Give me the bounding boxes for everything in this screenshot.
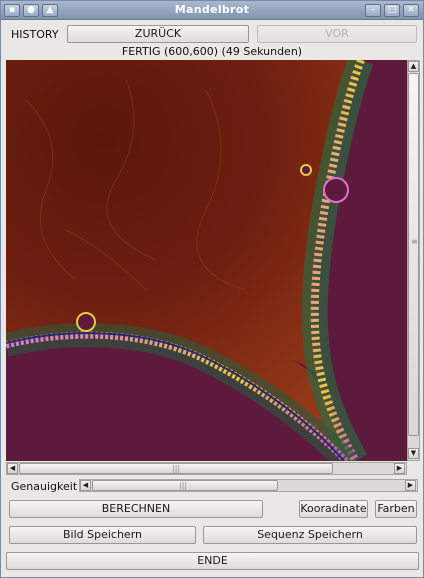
precision-slider[interactable]: ◀ ||| ▶ bbox=[79, 479, 418, 492]
forward-button[interactable]: VOR bbox=[257, 25, 417, 43]
mandelbrot-render bbox=[6, 60, 407, 461]
scroll-down-icon[interactable]: ▼ bbox=[408, 448, 419, 459]
title-bar[interactable]: ▪ ● ▲ Mandelbrot – □ ✕ bbox=[1, 1, 423, 20]
grip-icon: ||| bbox=[172, 464, 181, 473]
slider-right-icon[interactable]: ▶ bbox=[405, 480, 416, 491]
pin-icon[interactable]: ● bbox=[23, 4, 39, 17]
grip-icon: ||| bbox=[179, 481, 188, 490]
window-title: Mandelbrot bbox=[174, 3, 250, 16]
scroll-left-icon[interactable]: ◀ bbox=[7, 463, 18, 474]
exit-button[interactable]: ENDE bbox=[6, 552, 419, 570]
scroll-right-icon[interactable]: ▶ bbox=[394, 463, 405, 474]
maximize-icon[interactable]: □ bbox=[384, 4, 400, 17]
horizontal-scroll-thumb[interactable]: ||| bbox=[19, 463, 333, 474]
history-label: HISTORY bbox=[11, 28, 59, 41]
scroll-up-icon[interactable]: ▲ bbox=[408, 61, 419, 72]
save-image-button[interactable]: Bild Speichern bbox=[9, 526, 196, 544]
menu-icon[interactable]: ▪ bbox=[4, 4, 20, 17]
close-icon[interactable]: ✕ bbox=[403, 4, 419, 17]
vertical-scrollbar[interactable]: ▲ ≡ ▼ bbox=[407, 60, 420, 461]
slider-left-icon[interactable]: ◀ bbox=[80, 480, 91, 491]
mandelbrot-canvas[interactable] bbox=[6, 60, 407, 461]
compute-button[interactable]: BERECHNEN bbox=[9, 500, 263, 518]
back-button[interactable]: ZURÜCK bbox=[67, 25, 249, 43]
save-sequence-button[interactable]: Sequenz Speichern bbox=[203, 526, 417, 544]
coordinates-button[interactable]: Kooradinate bbox=[299, 500, 368, 518]
status-text: FERTIG (600,600) (49 Sekunden) bbox=[121, 45, 303, 58]
colors-button[interactable]: Farben bbox=[375, 500, 417, 518]
vertical-scroll-thumb[interactable]: ≡ bbox=[408, 73, 419, 436]
minimize-icon[interactable]: – bbox=[365, 4, 381, 17]
horizontal-scrollbar[interactable]: ◀ ||| ▶ bbox=[6, 462, 407, 475]
grip-icon: ≡ bbox=[411, 237, 418, 246]
precision-label: Genauigkeit bbox=[11, 480, 78, 493]
app-window: ▪ ● ▲ Mandelbrot – □ ✕ HISTORY ZURÜCK VO… bbox=[0, 0, 424, 578]
precision-slider-thumb[interactable]: ||| bbox=[92, 480, 278, 491]
up-arrow-icon[interactable]: ▲ bbox=[42, 4, 58, 17]
